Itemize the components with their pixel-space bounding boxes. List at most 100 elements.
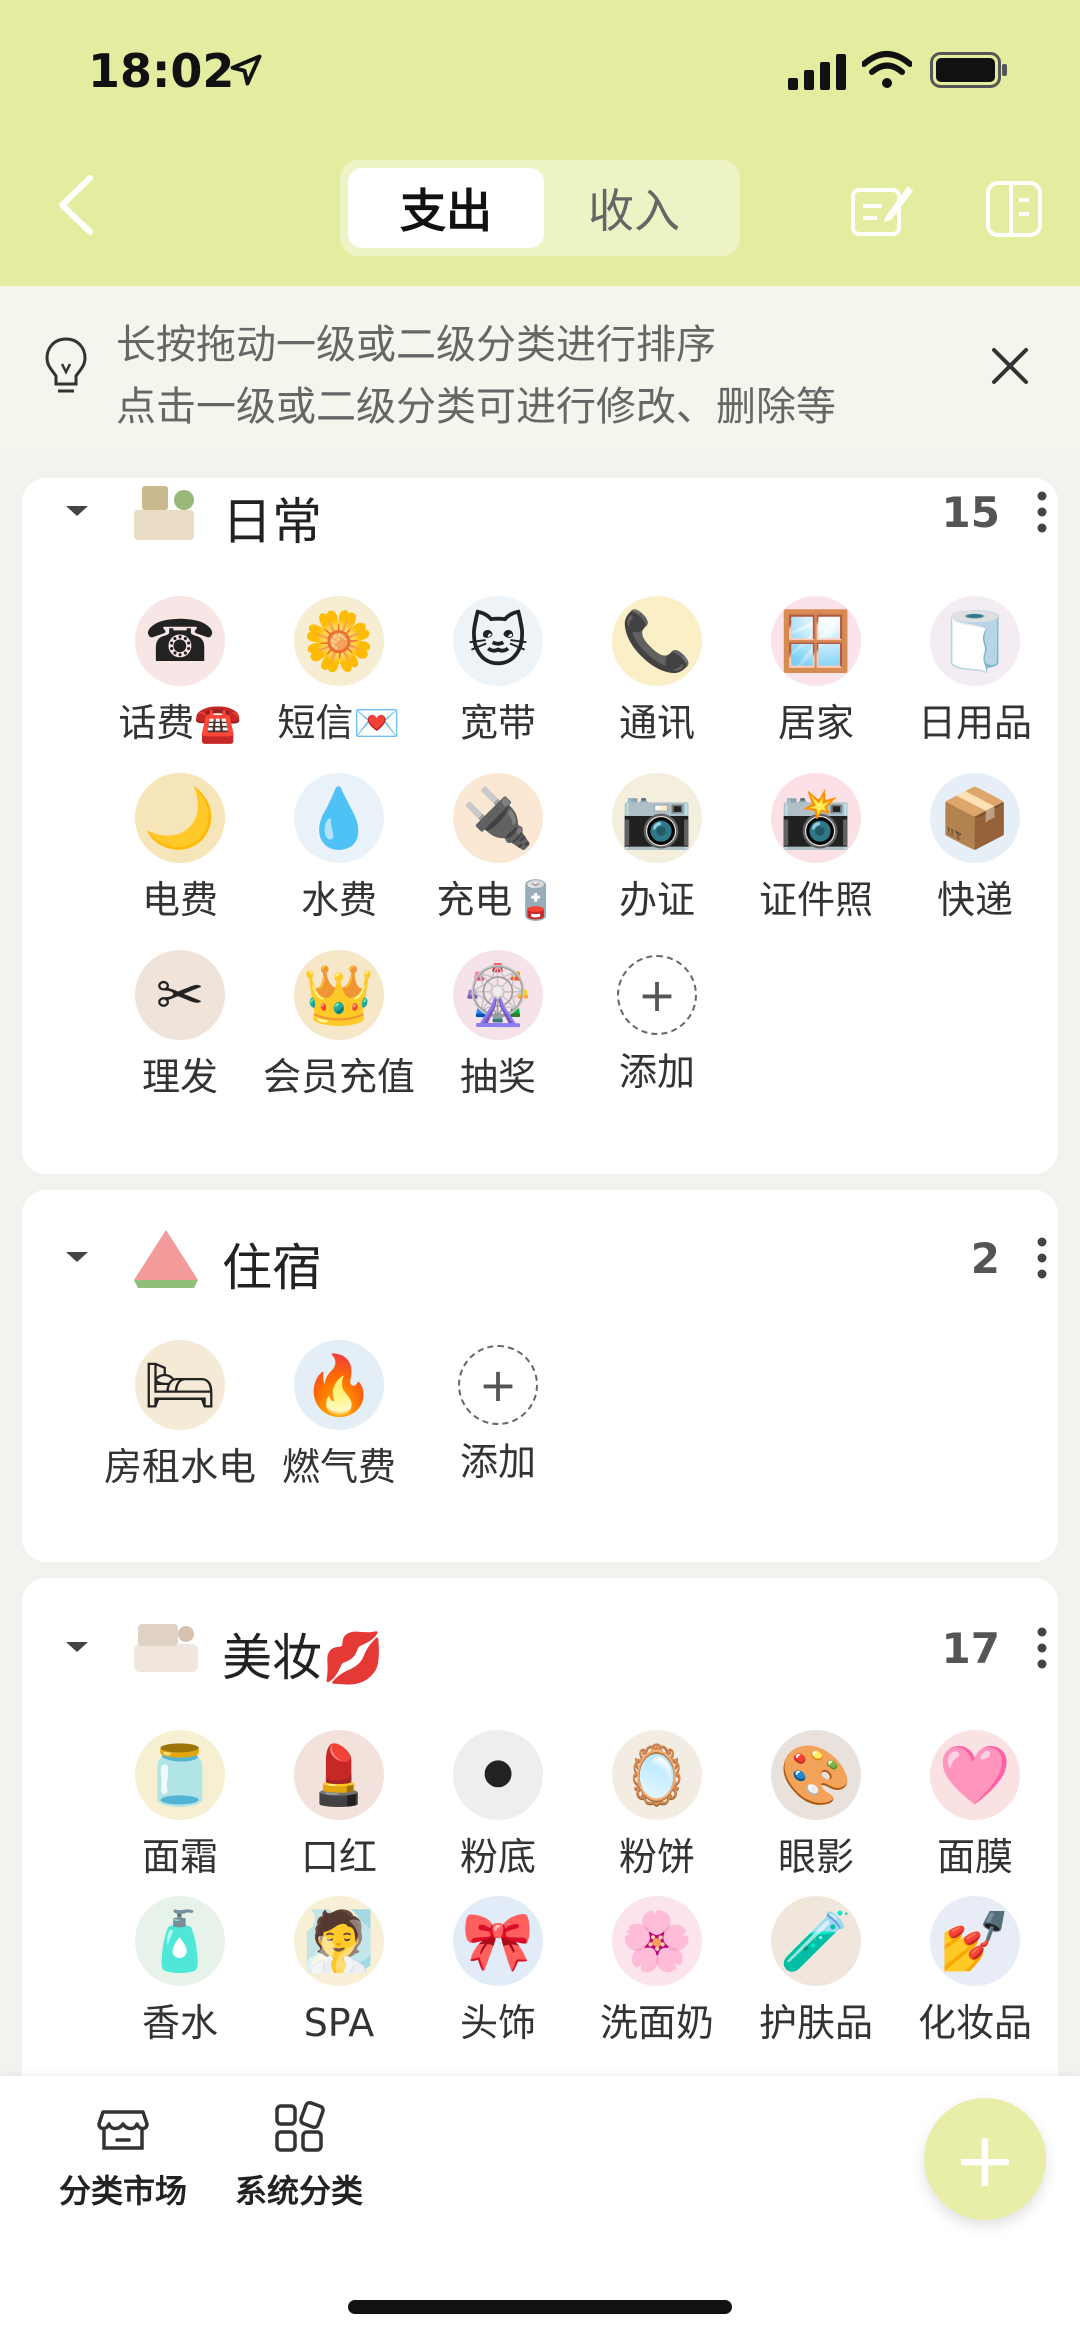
add-subcategory-button[interactable]: + 添加 bbox=[577, 950, 737, 1099]
powder-compact-icon: 🪞 bbox=[612, 1730, 702, 1820]
tip-text-line1: 长按拖动一级或二级分类进行排序 bbox=[116, 322, 716, 368]
flower-message-icon: 🌼 bbox=[294, 596, 384, 686]
subcategory-item[interactable]: 🌙 电费 bbox=[100, 773, 260, 927]
skincare-bottle-icon: 🧪 bbox=[771, 1896, 861, 1986]
lightbulb-icon bbox=[45, 337, 87, 393]
add-subcategory-button[interactable]: + 添加 bbox=[418, 1340, 578, 1489]
more-vertical-icon[interactable] bbox=[1032, 1228, 1052, 1288]
tissue-icon: 🧻 bbox=[930, 596, 1020, 686]
category-market-label: 分类市场 bbox=[58, 2172, 187, 2210]
category-market-button[interactable]: 分类市场 bbox=[38, 2100, 208, 2212]
cosmetics-set-icon: 💅 bbox=[930, 1896, 1020, 1986]
tab-expense[interactable]: 支出 bbox=[348, 168, 544, 248]
subcategory-item[interactable]: 🐱 宽带 bbox=[418, 596, 578, 750]
subcategory-item[interactable]: 🧪 护肤品 bbox=[736, 1896, 896, 2050]
expense-income-toggle: 支出 收入 bbox=[340, 160, 740, 256]
telephone-icon: ☎ bbox=[135, 596, 225, 686]
grid-apps-icon bbox=[275, 2100, 325, 2152]
note-icon[interactable] bbox=[985, 180, 1043, 238]
close-icon[interactable] bbox=[990, 346, 1030, 386]
category-title[interactable]: 住宿 bbox=[222, 1228, 322, 1300]
wifi-icon bbox=[862, 51, 912, 88]
home-indicator bbox=[348, 2300, 732, 2314]
face-mask-icon: 🩷 bbox=[930, 1730, 1020, 1820]
back-chevron-icon[interactable] bbox=[50, 170, 100, 240]
tip-text-line2: 点击一级或二级分类可进行修改、删除等 bbox=[116, 384, 836, 430]
subcategory-item[interactable]: 🌼 短信💌 bbox=[259, 596, 419, 750]
category-count: 17 bbox=[941, 1624, 1000, 1673]
subcategory-item[interactable]: 🩷 面膜 bbox=[895, 1730, 1055, 1884]
subcategory-item[interactable]: 🌸 洗面奶 bbox=[577, 1896, 737, 2050]
subcategory-item[interactable]: 🔌 充电🪫 bbox=[418, 773, 578, 927]
watermelon-icon bbox=[128, 1220, 204, 1296]
collapse-caret-icon[interactable] bbox=[64, 504, 90, 518]
subcategory-item[interactable]: ✂ 理发 bbox=[100, 950, 260, 1104]
system-category-button[interactable]: 系统分类 bbox=[214, 2100, 384, 2212]
gas-stove-icon: 🔥 bbox=[294, 1340, 384, 1430]
wifi-cat-icon: 🐱 bbox=[453, 596, 543, 686]
subcategory-item[interactable]: 🪞 粉饼 bbox=[577, 1730, 737, 1884]
phone-handset-icon: 📞 bbox=[612, 596, 702, 686]
more-vertical-icon[interactable] bbox=[1032, 1618, 1052, 1678]
spa-towel-icon: 🧖 bbox=[294, 1896, 384, 1986]
add-icon: + bbox=[458, 1345, 538, 1425]
subcategory-item[interactable]: 🪟 居家 bbox=[736, 596, 896, 750]
category-title[interactable]: 美妆💋 bbox=[222, 1618, 384, 1690]
scrunchie-icon: 🎀 bbox=[453, 1896, 543, 1986]
cleanser-icon: 🌸 bbox=[612, 1896, 702, 1986]
subcategory-item[interactable]: ⚫ 粉底 bbox=[418, 1730, 578, 1884]
system-category-label: 系统分类 bbox=[234, 2172, 363, 2210]
add-category-fab[interactable]: + bbox=[924, 2098, 1046, 2220]
subcategory-item[interactable]: 🎨 眼影 bbox=[736, 1730, 896, 1884]
subcategory-item[interactable]: 🫙 面霜 bbox=[100, 1730, 260, 1884]
makeup-box-icon bbox=[128, 1610, 204, 1686]
subcategory-item[interactable]: 👑 会员充值 bbox=[259, 950, 419, 1104]
scissors-hair-icon: ✂ bbox=[135, 950, 225, 1040]
electricity-moon-icon: 🌙 bbox=[135, 773, 225, 863]
perfume-icon: 🧴 bbox=[135, 1896, 225, 1986]
membership-badge-icon: 👑 bbox=[294, 950, 384, 1040]
subcategory-item[interactable]: 🛏 房租水电 bbox=[100, 1340, 260, 1494]
edit-list-icon[interactable] bbox=[850, 180, 914, 238]
category-count: 15 bbox=[941, 488, 1000, 537]
daily-category-icon bbox=[128, 474, 204, 550]
collapse-caret-icon[interactable] bbox=[64, 1640, 90, 1654]
subcategory-item[interactable]: 💄 口红 bbox=[259, 1730, 419, 1884]
more-vertical-icon[interactable] bbox=[1032, 482, 1052, 542]
status-time: 18:02 bbox=[88, 44, 235, 98]
cream-jar-icon: 🫙 bbox=[135, 1730, 225, 1820]
room-icon: 🛏 bbox=[135, 1340, 225, 1430]
shop-icon bbox=[97, 2110, 149, 2150]
charger-icon: 🔌 bbox=[453, 773, 543, 863]
subcategory-item[interactable]: 📸 证件照 bbox=[736, 773, 896, 927]
subcategory-item[interactable]: ☎ 话费☎️ bbox=[100, 596, 260, 750]
top-header: 18:02 支出 收入 bbox=[0, 0, 1080, 286]
camera-icon: 📷 bbox=[612, 773, 702, 863]
location-arrow-icon bbox=[230, 54, 262, 86]
subcategory-item[interactable]: 🧻 日用品 bbox=[895, 596, 1055, 750]
foundation-compact-icon: ⚫ bbox=[453, 1730, 543, 1820]
battery-icon bbox=[930, 52, 1007, 88]
subcategory-item[interactable]: 🔥 燃气费 bbox=[259, 1340, 419, 1494]
category-title[interactable]: 日常 bbox=[222, 482, 322, 554]
subcategory-item[interactable]: 💧 水费 bbox=[259, 773, 419, 927]
collapse-caret-icon[interactable] bbox=[64, 1250, 90, 1264]
window-home-icon: 🪟 bbox=[771, 596, 861, 686]
subcategory-item[interactable]: 💅 化妆品 bbox=[895, 1896, 1055, 2050]
parcel-boxes-icon: 📦 bbox=[930, 773, 1020, 863]
status-bar: 18:02 bbox=[0, 0, 1080, 140]
cellular-signal-icon bbox=[788, 54, 846, 90]
add-icon: + bbox=[617, 955, 697, 1035]
subcategory-item[interactable]: 📦 快递 bbox=[895, 773, 1055, 927]
subcategory-item[interactable]: 📷 办证 bbox=[577, 773, 737, 927]
subcategory-item[interactable]: 📞 通讯 bbox=[577, 596, 737, 750]
category-count: 2 bbox=[970, 1234, 1000, 1283]
eyeshadow-palette-icon: 🎨 bbox=[771, 1730, 861, 1820]
water-girl-icon: 💧 bbox=[294, 773, 384, 863]
subcategory-item[interactable]: 🎀 头饰 bbox=[418, 1896, 578, 2050]
subcategory-item[interactable]: 🧴 香水 bbox=[100, 1896, 260, 2050]
tab-income[interactable]: 收入 bbox=[536, 168, 732, 248]
subcategory-item[interactable]: 🧖 SPA bbox=[259, 1896, 419, 2050]
lipstick-icon: 💄 bbox=[294, 1730, 384, 1820]
subcategory-item[interactable]: 🎡 抽奖 bbox=[418, 950, 578, 1104]
